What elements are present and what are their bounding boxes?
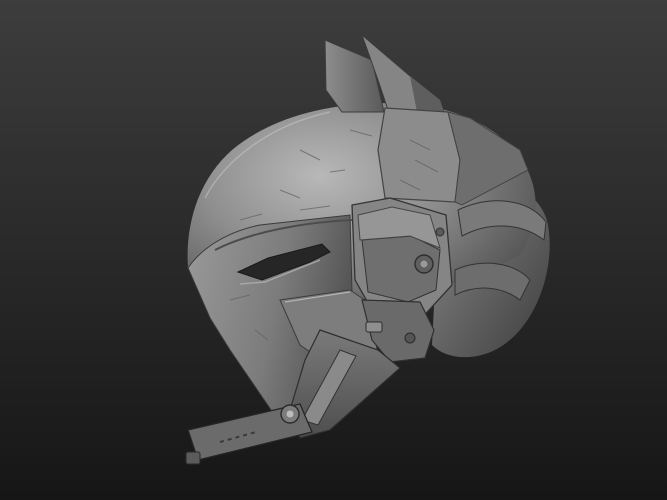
chin-tab: [185, 451, 201, 465]
jaw-bolt-icon: [404, 332, 416, 344]
viewport-canvas[interactable]: [0, 0, 667, 500]
chin-bolt-center: [286, 410, 294, 418]
jaw-switch: [365, 321, 383, 333]
sculpt-viewport[interactable]: [0, 0, 667, 500]
small-bolt-icon: [435, 227, 445, 237]
ear-dial-center: [420, 260, 428, 268]
crown-plate: [377, 107, 461, 203]
